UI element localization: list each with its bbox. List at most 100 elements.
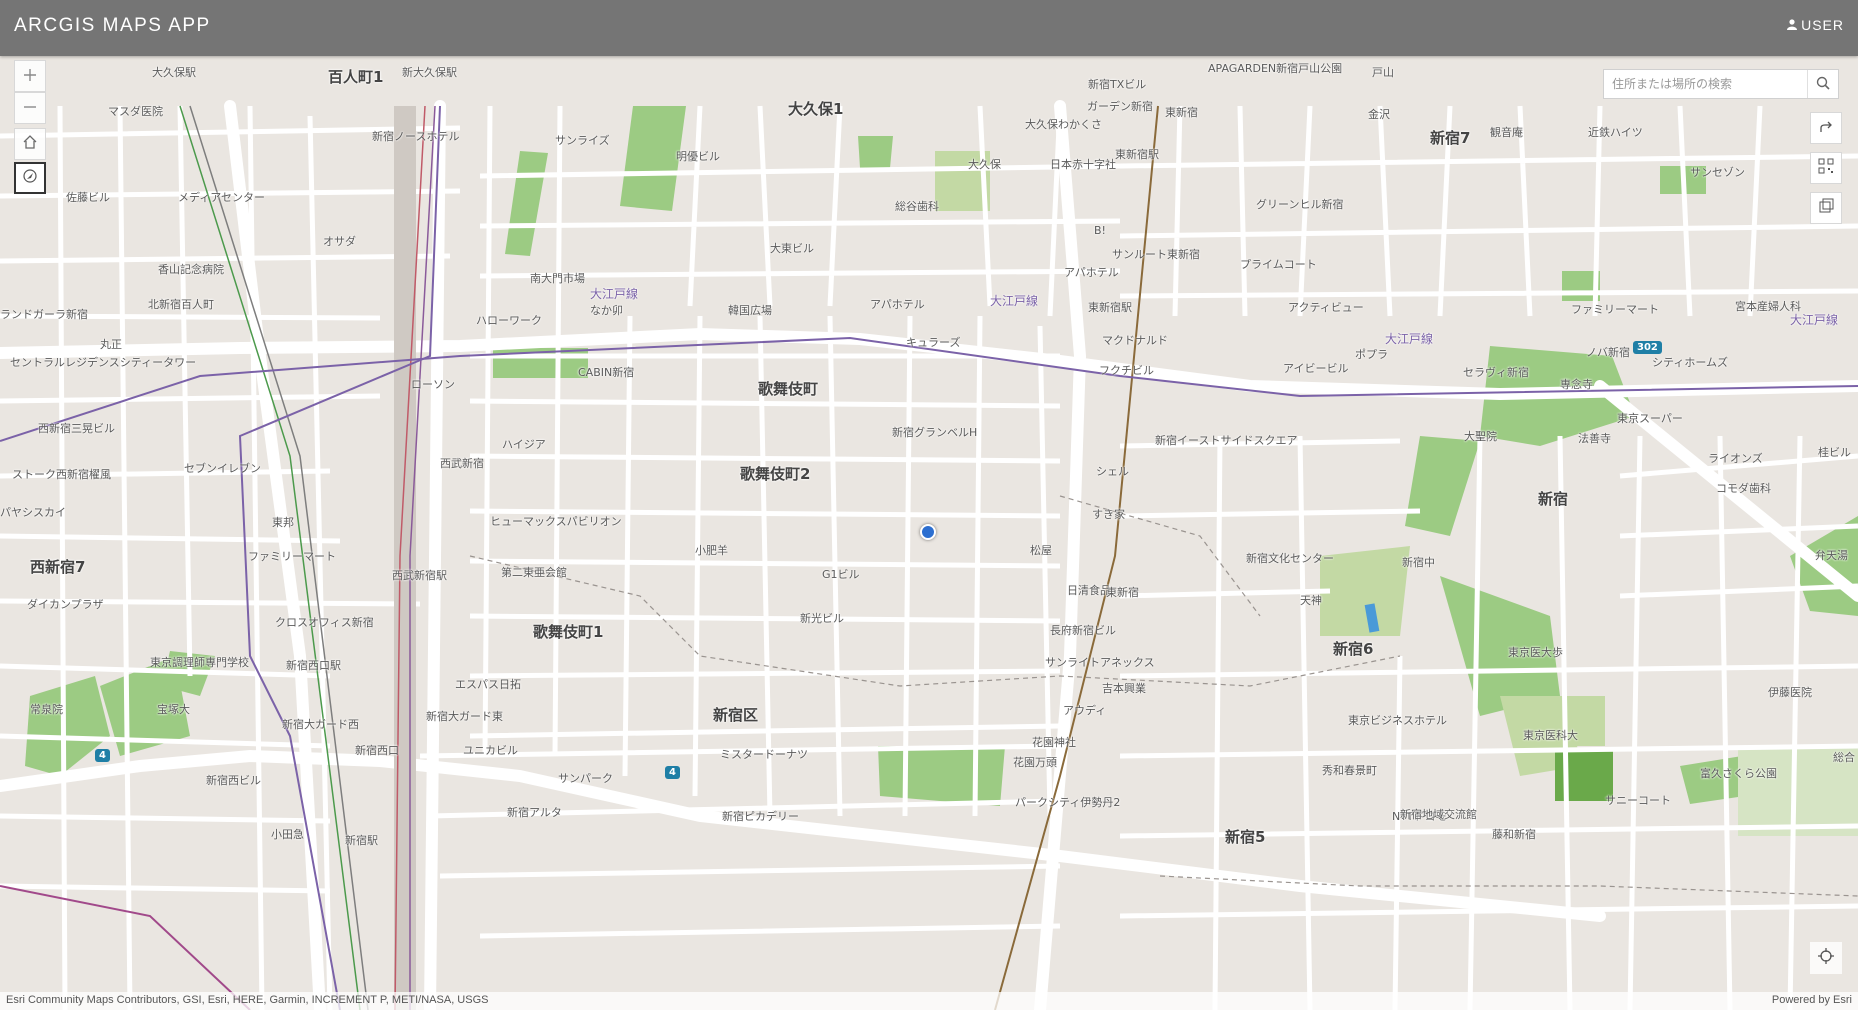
basemap-button[interactable] — [1810, 192, 1842, 224]
place-label: 小田急 — [271, 828, 304, 841]
place-label: キュラーズ — [906, 336, 961, 349]
place-label: 花園神社 — [1032, 736, 1076, 749]
home-button[interactable] — [14, 128, 46, 160]
place-label: パークシティ伊勢丹2 — [1015, 796, 1121, 809]
place-label: 日清食品 — [1067, 584, 1111, 597]
user-label: USER — [1801, 17, 1844, 33]
place-label: 常泉院 — [30, 703, 63, 716]
user-icon — [1787, 17, 1798, 33]
place-label: 新宿西ビル — [206, 774, 261, 787]
place-label: 明優ビル — [676, 150, 720, 163]
place-label: 天神 — [1300, 594, 1322, 607]
district-label: 歌舞伎町1 — [533, 623, 604, 641]
place-label: マスダ医院 — [108, 105, 163, 118]
layers-icon — [1818, 198, 1834, 218]
place-label: 佐藤ビル — [66, 191, 110, 204]
map-view[interactable]: 百人町1 大久保1 新宿7 歌舞伎町 歌舞伎町2 西新宿7 歌舞伎町1 新宿区 … — [0, 56, 1858, 1010]
place-label: 西武新宿駅 — [392, 569, 447, 582]
place-label: アパホテル — [870, 298, 925, 311]
place-label: 新宿グランベルH — [892, 426, 978, 439]
locate-button[interactable] — [14, 162, 46, 194]
place-label: 新宿大ガード西 — [282, 718, 359, 731]
district-label: 新宿7 — [1430, 129, 1471, 147]
place-label: サンライトアネックス — [1045, 656, 1155, 669]
place-label: ハイジア — [502, 438, 546, 451]
line-label: 大江戸線 — [590, 287, 639, 301]
place-label: 宝塚大 — [157, 703, 190, 716]
place-label: ファミリーマート — [1571, 303, 1659, 316]
plus-icon — [23, 67, 37, 86]
place-label: アイビービル — [1283, 362, 1349, 375]
place-label: セブンイレブン — [184, 462, 261, 475]
place-label: シェル — [1096, 465, 1129, 478]
zoom-out-button[interactable] — [14, 92, 46, 124]
place-label: 新光ビル — [800, 612, 844, 625]
place-label: APAGARDEN新宿戸山公園 — [1208, 62, 1343, 75]
place-label: 藤和新宿 — [1492, 828, 1536, 841]
place-label: 南大門市場 — [530, 272, 585, 285]
qr-code-button[interactable] — [1810, 152, 1842, 184]
place-label: ヒューマックスパビリオン — [490, 515, 622, 528]
place-label: 新宿ピカデリー — [722, 810, 799, 823]
locate-me-button[interactable] — [1810, 942, 1842, 974]
district-label: 歌舞伎町 — [758, 380, 819, 398]
place-label: 西新宿三晃ビル — [38, 422, 115, 435]
place-label: ミスタードーナツ — [720, 748, 808, 761]
line-label: 大江戸線 — [1385, 332, 1434, 346]
place-label: 新大久保駅 — [402, 66, 457, 79]
place-label: サンパーク — [558, 772, 613, 785]
place-label: 西武新宿 — [440, 457, 484, 470]
search-button[interactable] — [1807, 70, 1838, 98]
place-label: フクチビル — [1099, 364, 1154, 377]
place-label: 花園万頭 — [1013, 756, 1057, 769]
place-label: 東新宿 — [1106, 586, 1139, 599]
place-label: 新宿駅 — [345, 834, 378, 847]
place-label: ポプラ — [1355, 348, 1388, 361]
place-label: 東京ビジネスホテル — [1348, 714, 1447, 727]
place-label: ガーデン新宿 — [1087, 100, 1153, 113]
place-label: 北新宿百人町 — [148, 298, 214, 311]
district-label: 新宿 — [1538, 490, 1569, 508]
place-label: 戸山 — [1372, 66, 1394, 79]
home-icon — [22, 134, 38, 154]
district-label: 新宿6 — [1333, 640, 1374, 658]
share-icon — [1819, 119, 1833, 138]
share-button[interactable] — [1810, 112, 1842, 144]
place-label: ライオンズ — [1708, 452, 1763, 465]
place-label: 新宿西口駅 — [286, 659, 341, 672]
current-location-marker[interactable] — [920, 524, 936, 540]
place-label: アウディ — [1063, 704, 1107, 717]
district-label: 歌舞伎町2 — [740, 465, 811, 483]
place-label: 長府新宿ビル — [1050, 624, 1116, 637]
district-label: 新宿区 — [713, 706, 759, 724]
place-label: サンルート東新宿 — [1112, 248, 1200, 261]
place-label: 新宿文化センター — [1246, 552, 1334, 565]
district-label: 百人町1 — [328, 68, 384, 86]
place-label: ストーク西新宿櫂風 — [12, 468, 111, 481]
place-label: 大聖院 — [1464, 430, 1497, 443]
place-label: 新宿アルタ — [507, 806, 562, 819]
place-label: 東京調理師専門学校 — [150, 656, 249, 669]
place-label: 東新宿駅 — [1088, 301, 1132, 314]
place-label: 松屋 — [1030, 544, 1052, 557]
place-label: B! — [1094, 224, 1106, 237]
place-label: 韓国広場 — [728, 304, 772, 317]
place-label: 新宿地域交流館 — [1400, 808, 1477, 821]
zoom-in-button[interactable] — [14, 60, 46, 92]
place-label: 秀和春景町 — [1322, 764, 1377, 777]
place-label: プライムコート — [1240, 258, 1317, 271]
place-label: 伊藤医院 — [1768, 686, 1812, 699]
place-label: 専念寺 — [1560, 378, 1593, 391]
place-label: 近鉄ハイツ — [1588, 126, 1643, 139]
place-label: ローソン — [411, 378, 455, 391]
district-label: 西新宿7 — [30, 558, 86, 576]
place-label: すき家 — [1092, 508, 1125, 521]
place-label: メディアセンター — [178, 191, 266, 204]
line-label: 大江戸線 — [990, 294, 1039, 308]
place-label: ダイカンプラザ — [27, 598, 104, 611]
place-label: 香山記念病院 — [158, 263, 224, 276]
search-icon — [1816, 75, 1830, 94]
user-button[interactable]: USER — [1787, 17, 1844, 33]
search-input[interactable] — [1604, 70, 1807, 98]
place-label: セントラルレジデンスシティータワー — [10, 356, 197, 369]
